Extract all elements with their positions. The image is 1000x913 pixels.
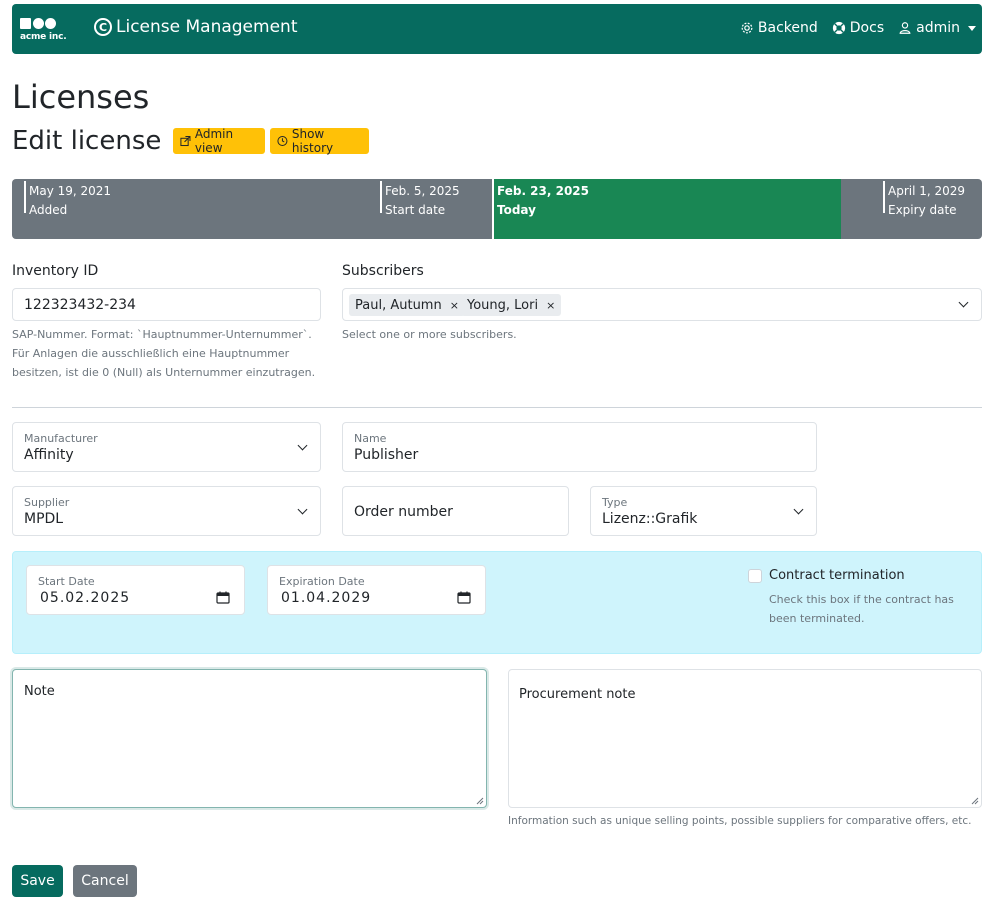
supplier-value: MPDL (24, 511, 64, 527)
timeline-label: Added (29, 203, 68, 217)
chevron-down-icon (297, 440, 308, 451)
subscribers-label: Subscribers (342, 263, 424, 279)
admin-view-label: Admin view (194, 127, 234, 155)
navbar: acme inc. C License Management Backend D… (12, 4, 982, 54)
user-icon (899, 22, 911, 34)
type-select[interactable]: Type Lizenz::Grafik (590, 486, 817, 536)
subscribers-help: Select one or more subscribers. (342, 328, 517, 341)
inventory-id-value: 122323432-234 (24, 297, 136, 313)
subscribers-select[interactable]: Paul, Autumn × Young, Lori × (342, 288, 982, 321)
nav-docs-link[interactable]: Docs (832, 20, 884, 36)
caret-down-icon (968, 25, 976, 31)
subscriber-chip: Paul, Autumn × (349, 294, 465, 316)
copyright-icon: C (94, 18, 112, 36)
timeline-label: Today (497, 203, 536, 217)
timeline-date: April 1, 2029 (888, 184, 966, 198)
manufacturer-select[interactable]: Manufacturer Affinity (12, 422, 321, 472)
nav-docs-label: Docs (849, 20, 885, 36)
lifebuoy-icon (832, 21, 845, 35)
type-value: Lizenz::Grafik (602, 511, 698, 527)
show-history-label: Show history (291, 127, 334, 155)
manufacturer-label: Manufacturer (24, 432, 98, 445)
type-label: Type (602, 496, 628, 509)
note-textarea[interactable]: Note (12, 669, 487, 808)
license-timeline: May 19, 2021 Added Feb. 5, 2025 Start date… (12, 179, 982, 239)
app-title-label: License Management (116, 17, 298, 37)
expiration-date-input[interactable]: Expiration Date 01.04.2029 (267, 565, 486, 615)
procurement-note-textarea[interactable]: Procurement note (508, 669, 982, 808)
divider (12, 407, 982, 408)
timeline-date: Feb. 5, 2025 (385, 184, 460, 198)
calendar-icon[interactable] (216, 591, 230, 604)
inventory-id-help: SAP-Nummer. Format: `Hauptnummer-Unternu… (12, 325, 332, 382)
expiration-date-value: 01.04.2029 (281, 590, 372, 606)
expiration-date-label: Expiration Date (279, 575, 365, 588)
resize-handle-icon[interactable] (476, 797, 484, 805)
start-date-value: 05.02.2025 (40, 590, 131, 606)
calendar-icon[interactable] (457, 591, 471, 604)
logo-text: acme inc. (20, 32, 67, 42)
contract-termination-help: Check this box if the contract has been … (769, 590, 954, 628)
show-history-button[interactable]: Show history (270, 127, 369, 155)
procurement-note-label: Procurement note (519, 687, 636, 702)
nav-backend-link[interactable]: Backend (740, 20, 818, 36)
contract-termination-checkbox[interactable] (748, 569, 762, 583)
start-date-input[interactable]: Start Date 05.02.2025 (26, 565, 245, 615)
chevron-down-icon (297, 504, 308, 515)
clock-icon (277, 135, 288, 147)
contract-termination-label[interactable]: Contract termination (769, 568, 905, 583)
help-line: besitzen, ist die 0 (Null) als Unternumm… (12, 366, 316, 379)
subscriber-chip-label: Paul, Autumn (355, 297, 442, 313)
supplier-label: Supplier (24, 496, 70, 509)
inventory-id-label: Inventory ID (12, 263, 99, 279)
gear-icon (741, 22, 753, 34)
subscriber-chip: Young, Lori × (461, 294, 562, 316)
inventory-id-input[interactable]: 122323432-234 (12, 288, 321, 321)
order-number-label: Order number (354, 504, 453, 520)
remove-chip-icon[interactable]: × (546, 299, 555, 312)
app-title[interactable]: C License Management (94, 17, 297, 37)
timeline-date: Feb. 23, 2025 (497, 184, 590, 198)
start-date-label: Start Date (38, 575, 95, 588)
procurement-note-help: Information such as unique selling point… (508, 815, 972, 827)
page-subtitle: Edit license (12, 126, 162, 156)
subscriber-chip-label: Young, Lori (467, 297, 539, 313)
supplier-select[interactable]: Supplier MPDL (12, 486, 321, 536)
nav-backend-label: Backend (757, 20, 818, 36)
timeline-label: Start date (385, 203, 446, 217)
chevron-down-icon (793, 504, 804, 515)
user-menu[interactable]: admin (898, 20, 976, 36)
manufacturer-value: Affinity (24, 447, 74, 463)
save-button[interactable]: Save (12, 865, 63, 897)
name-label: Name (354, 432, 387, 445)
page-title: Licenses (12, 78, 150, 116)
admin-view-button[interactable]: Admin view (173, 127, 265, 155)
remove-chip-icon[interactable]: × (450, 299, 459, 312)
order-number-input[interactable]: Order number (342, 486, 569, 536)
timeline-label: Expiry date (888, 203, 957, 217)
name-value: Publisher (354, 447, 419, 463)
timeline-date: May 19, 2021 (29, 184, 112, 198)
help-line: been terminated. (769, 612, 865, 625)
help-line: Check this box if the contract has (769, 593, 954, 606)
help-line: Für Anlagen die ausschließlich eine Haup… (12, 347, 290, 360)
external-link-icon (180, 135, 191, 147)
cancel-button[interactable]: Cancel (73, 865, 137, 897)
user-menu-label: admin (916, 20, 960, 36)
resize-handle-icon[interactable] (971, 797, 979, 805)
chevron-down-icon[interactable] (958, 297, 969, 308)
acme-logo[interactable]: acme inc. (20, 16, 67, 46)
name-input[interactable]: Name Publisher (342, 422, 817, 472)
note-label: Note (24, 684, 55, 699)
help-line: SAP-Nummer. Format: `Hauptnummer-Unternu… (12, 328, 312, 341)
